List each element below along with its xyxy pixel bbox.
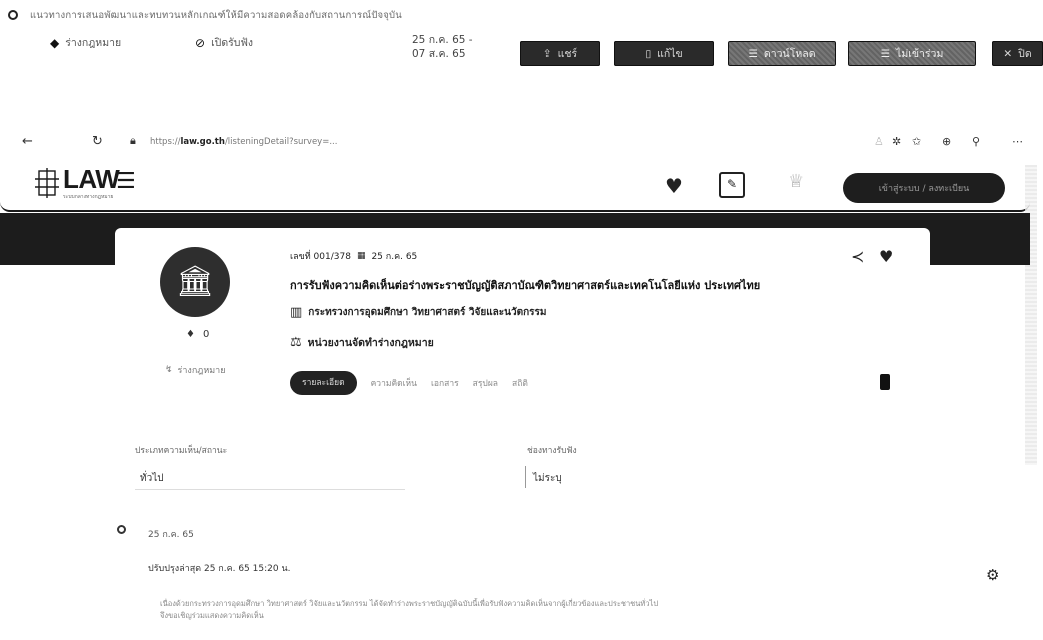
- download-icon: ☰: [748, 47, 758, 60]
- address-bar[interactable]: https://law.go.th/listeningDetail?survey…: [150, 137, 337, 147]
- logo-subtitle: ระบบกลางทางกฎหมาย: [63, 194, 114, 200]
- download-button[interactable]: ☰ ดาวน์โหลด: [728, 41, 836, 66]
- url-path: /listeningDetail?survey=...: [224, 137, 338, 147]
- profile-icon[interactable]: ⚲: [972, 135, 980, 148]
- field-channel-label: ช่องทางรับฟัง: [527, 446, 577, 456]
- card-share-icon[interactable]: ≺: [851, 247, 864, 266]
- timeline-action-icon[interactable]: ⚙: [986, 566, 999, 584]
- document-card: [115, 228, 930, 428]
- doc-agency-label: กระทรวงการอุดมศึกษา วิทยาศาสตร์ วิจัยและ…: [308, 307, 547, 318]
- law-logo-icon: [35, 168, 59, 198]
- url-host: law.go.th: [180, 137, 225, 147]
- close-button[interactable]: ✕ ปิด: [992, 41, 1043, 66]
- library-icon: ▥: [290, 305, 303, 320]
- field-type-underline: [135, 489, 405, 490]
- meta-status-label: เปิดรับฟัง: [211, 37, 254, 49]
- share-button-label: แชร์: [557, 48, 578, 60]
- timeline-date: 25 ก.ค. 65: [148, 530, 194, 540]
- tag-icon: ◆: [50, 35, 60, 50]
- reader-icon[interactable]: ♙: [874, 135, 884, 148]
- star-icon[interactable]: ✩: [912, 135, 921, 148]
- timeline-description-line1: เนื่องด้วยกระทรวงการอุดมศึกษา วิทยาศาสตร…: [160, 599, 659, 608]
- page-summary-title: แนวทางการเสนอพัฒนาและทบทวนหลักเกณฑ์ให้มี…: [30, 10, 402, 21]
- url-prefix: https://: [150, 137, 181, 147]
- share-link[interactable]: ↯ ร่างกฎหมาย: [165, 363, 226, 377]
- doc-meta-line: เลขที่ 001/378 ▦ 25 ก.ค. 65: [290, 249, 417, 263]
- like-count-value: 0: [202, 329, 210, 340]
- more-menu-icon[interactable]: ⋯: [1012, 135, 1023, 148]
- top-bullet: [8, 10, 18, 20]
- doc-tabs: รายละเอียด ความคิดเห็น เอกสาร สรุปผล สถิ…: [290, 370, 528, 396]
- tab-details[interactable]: รายละเอียด: [290, 371, 357, 395]
- date-range-end: 07 ส.ค. 65: [412, 48, 466, 60]
- collections-icon[interactable]: ⊕: [942, 135, 951, 148]
- agency-avatar: 🏛︎: [160, 247, 230, 317]
- doc-unit: ⚖ หน่วยงานจัดทำร่างกฎหมาย: [290, 334, 434, 351]
- tab-documents[interactable]: เอกสาร: [431, 376, 459, 390]
- notification-bell-icon[interactable]: ♕: [788, 171, 804, 192]
- tab-comments[interactable]: ความคิดเห็น: [371, 376, 417, 390]
- government-building-icon: 🏛︎: [175, 264, 215, 299]
- doc-agency: ▥ กระทรวงการอุดมศึกษา วิทยาศาสตร์ วิจัยแ…: [290, 305, 547, 320]
- reload-icon[interactable]: ↻: [92, 134, 103, 149]
- doc-date: 25 ก.ค. 65: [371, 252, 418, 262]
- back-arrow-icon[interactable]: ←: [22, 134, 33, 149]
- login-button[interactable]: เข้าสู่ระบบ / ลงทะเบียน: [843, 173, 1005, 203]
- tab-summary[interactable]: สรุปผล: [473, 376, 498, 390]
- share-button[interactable]: ⇪ แชร์: [520, 41, 600, 66]
- meta-type: ◆ ร่างกฎหมาย: [50, 34, 121, 51]
- chat-icon[interactable]: ✎: [719, 172, 745, 198]
- edit-icon: ▯: [645, 47, 652, 60]
- calendar-icon: ▦: [356, 251, 366, 261]
- card-heart-icon[interactable]: ♥: [879, 247, 893, 266]
- hamburger-menu-icon[interactable]: ☰: [116, 171, 136, 193]
- exclude-button-label: ไม่เข้าร่วม: [896, 48, 944, 60]
- edit-button[interactable]: ▯ แก้ไข: [614, 41, 714, 66]
- timeline-description-line2: จึงขอเชิญร่วมแสดงความคิดเห็น: [160, 611, 264, 620]
- like-heart-icon: ♦: [186, 329, 195, 340]
- check-circle-icon: ⊘: [195, 35, 206, 50]
- favorite-heart-icon[interactable]: ♥: [665, 174, 683, 198]
- share-link-label: ร่างกฎหมาย: [177, 366, 226, 376]
- field-type-label: ประเภทความเห็น/สถานะ: [135, 446, 228, 456]
- exclude-icon: ☰: [880, 47, 891, 60]
- lock-icon: 🔒︎: [130, 134, 136, 147]
- share-icon: ⇪: [542, 47, 552, 60]
- timeline-dot: [117, 525, 126, 534]
- meta-status: ⊘ เปิดรับฟัง: [195, 34, 253, 51]
- logo-text[interactable]: LAW: [63, 164, 120, 195]
- doc-unit-label: หน่วยงานจัดทำร่างกฎหมาย: [307, 337, 434, 349]
- date-range: 25 ก.ค. 65 - 07 ส.ค. 65: [412, 33, 473, 61]
- close-button-label: ปิด: [1018, 48, 1032, 60]
- scale-balance-icon: ⚖: [290, 335, 302, 350]
- like-count[interactable]: ♦ 0: [186, 329, 209, 340]
- timeline-updated: ปรับปรุงล่าสุด 25 ก.ค. 65 15:20 น.: [148, 564, 291, 574]
- scrollbar[interactable]: [1025, 165, 1037, 465]
- doc-number: เลขที่ 001/378: [290, 252, 351, 262]
- field-type-value: ทั่วไป: [140, 473, 164, 484]
- meta-type-label: ร่างกฎหมาย: [65, 37, 122, 49]
- exclude-button[interactable]: ☰ ไม่เข้าร่วม: [848, 41, 976, 66]
- extension-icon[interactable]: ✲: [892, 135, 901, 148]
- bookmark-icon[interactable]: [880, 374, 890, 390]
- edit-button-label: แก้ไข: [657, 48, 683, 60]
- tab-statistics[interactable]: สถิติ: [512, 376, 528, 390]
- field-channel-value: ไม่ระบุ: [533, 473, 562, 484]
- share-small-icon: ↯: [165, 365, 173, 375]
- date-range-start: 25 ก.ค. 65 -: [412, 34, 473, 46]
- doc-title: การรับฟังความคิดเห็นต่อร่างพระราชบัญญัติ…: [290, 279, 761, 292]
- close-icon: ✕: [1003, 47, 1013, 60]
- download-button-label: ดาวน์โหลด: [763, 48, 816, 60]
- timeline-description: เนื่องด้วยกระทรวงการอุดมศึกษา วิทยาศาสตร…: [160, 598, 930, 622]
- field-divider: [525, 466, 526, 488]
